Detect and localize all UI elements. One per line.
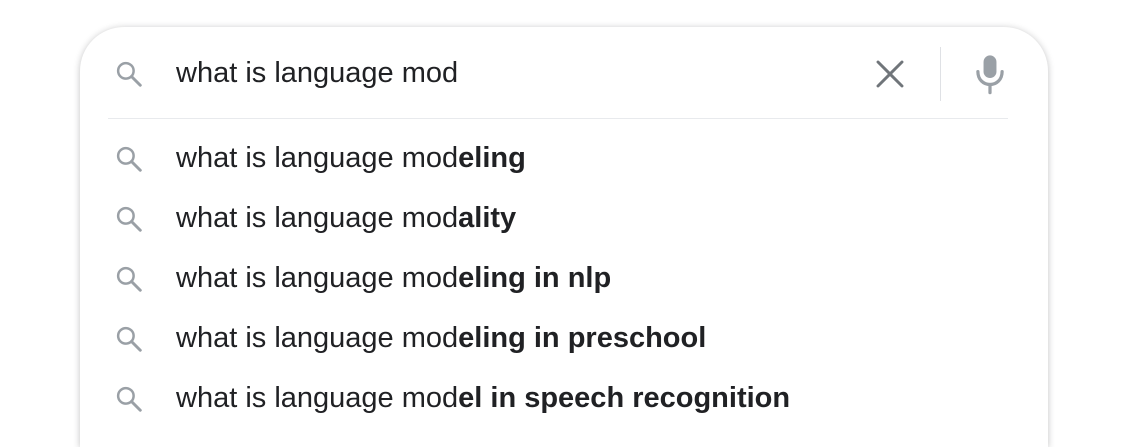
suggestion-completion: el in speech recognition [458, 382, 791, 414]
suggestion-prefix: what is language mod [176, 142, 459, 174]
suggestions-list: what is language modeling what is langua… [80, 128, 1048, 428]
suggestion-prefix: what is language mod [176, 262, 459, 294]
suggestion-prefix: what is language mod [176, 202, 459, 234]
search-icon [116, 266, 142, 292]
search-icon [116, 386, 142, 412]
search-dropdown: what is language modeling what is langua… [80, 27, 1048, 447]
suggestion-text: what is language model in speech recogni… [176, 380, 790, 416]
suggestion-completion: eling [458, 142, 526, 174]
suggestion-text: what is language modeling in nlp [176, 260, 611, 296]
suggestion-item[interactable]: what is language modeling in nlp [80, 248, 1048, 308]
suggestion-completion: ality [458, 202, 517, 234]
suggestion-item[interactable]: what is language modality [80, 188, 1048, 248]
search-bar [80, 27, 1048, 118]
search-input[interactable] [176, 49, 856, 97]
suggestion-item[interactable]: what is language model in speech recogni… [80, 368, 1048, 428]
search-bar-divider [940, 47, 941, 101]
suggestion-prefix: what is language mod [176, 322, 459, 354]
suggestion-item[interactable]: what is language modeling [80, 128, 1048, 188]
search-icon [116, 326, 142, 352]
suggestion-text: what is language modeling [176, 140, 526, 176]
suggestion-text: what is language modality [176, 200, 516, 236]
suggestions-divider [108, 118, 1008, 119]
search-icon [116, 61, 142, 87]
suggestion-item[interactable]: what is language modeling in preschool [80, 308, 1048, 368]
suggestion-prefix: what is language mod [176, 382, 459, 414]
microphone-icon[interactable] [970, 53, 1010, 95]
search-icon [116, 206, 142, 232]
suggestion-completion: eling in nlp [458, 262, 612, 294]
suggestion-completion: eling in preschool [458, 322, 707, 354]
search-icon [116, 146, 142, 172]
suggestion-text: what is language modeling in preschool [176, 320, 706, 356]
close-icon[interactable] [874, 58, 906, 90]
